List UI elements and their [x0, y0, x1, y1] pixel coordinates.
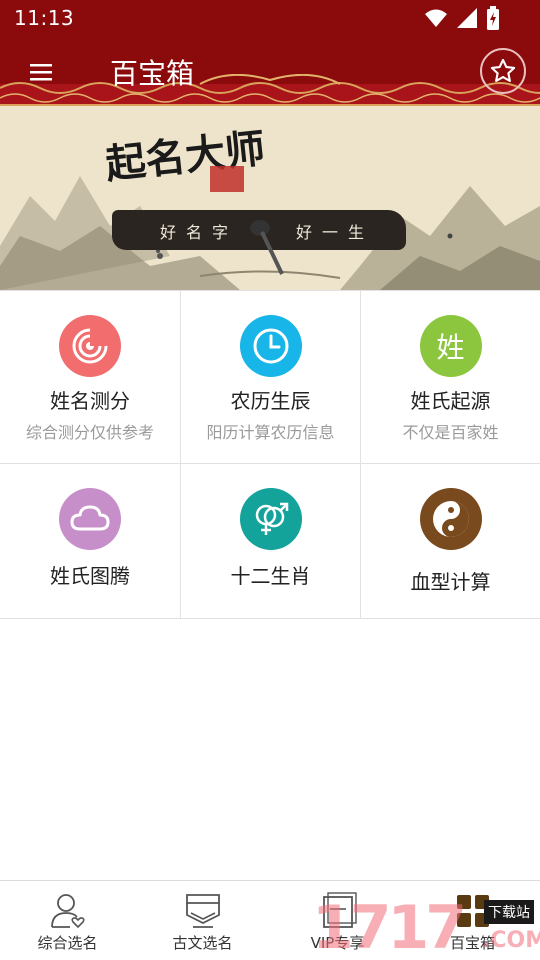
clock-icon [253, 328, 288, 364]
status-time: 11:13 [14, 6, 75, 30]
tool-surname-origin[interactable]: 姓 姓氏起源 不仅是百家姓 [361, 291, 540, 464]
surname-char-icon: 姓 [436, 331, 465, 364]
nav-item-comprehensive[interactable]: 综合选名 [0, 881, 135, 960]
yin-yang-icon [432, 501, 469, 537]
tool-label: 姓名测分 [50, 389, 130, 413]
page-title: 百宝箱 [110, 57, 195, 90]
tool-label: 血型计算 [410, 570, 491, 594]
status-bar: 11:13 [0, 0, 540, 36]
nav-item-classical[interactable]: 古文选名 [135, 881, 270, 960]
user-heart-icon [50, 894, 85, 929]
seal-stamp [210, 166, 244, 192]
star-icon [490, 58, 516, 82]
scroll-icon [185, 894, 220, 928]
toolbox-grid-icon [456, 895, 489, 927]
tool-blood-type[interactable]: 血型计算 [361, 464, 540, 619]
signal-icon [456, 7, 478, 33]
cloud-icon [70, 505, 110, 531]
menu-button[interactable] [24, 56, 60, 88]
hamburger-menu-icon [30, 64, 52, 81]
app-bar: 百宝箱 [0, 36, 540, 106]
bottom-navigation: 综合选名 古文选名 VIP专享 百宝箱 [0, 880, 540, 960]
gender-symbols-icon [255, 502, 288, 535]
banner-slogan-left: 好名字 [160, 223, 239, 242]
nav-item-toolbox[interactable]: 百宝箱 [405, 881, 540, 960]
battery-charging-icon [486, 6, 500, 34]
tool-subtitle: 阳历计算农历信息 [206, 423, 335, 442]
tool-label: 十二生肖 [230, 564, 311, 588]
nav-label: 古文选名 [172, 934, 233, 952]
tool-lunar-birth[interactable]: 农历生辰 阳历计算农历信息 [181, 291, 361, 464]
cloud-pattern-decoration [0, 74, 540, 106]
tool-icon-bg [59, 315, 121, 377]
vip-book-icon [322, 892, 357, 928]
tool-label: 农历生辰 [230, 389, 311, 413]
tool-subtitle: 综合测分仅供参考 [25, 423, 154, 442]
tool-label: 姓氏图腾 [50, 564, 130, 588]
tool-icon-bg [59, 488, 121, 550]
tool-icon-bg [239, 315, 302, 377]
wifi-icon [424, 7, 448, 33]
tool-icon-bg: 姓 [419, 315, 482, 377]
brush-pen-icon [250, 220, 284, 275]
nav-label: 综合选名 [37, 934, 98, 952]
nav-label: VIP专享 [310, 934, 365, 952]
tool-label: 姓氏起源 [410, 389, 491, 413]
tools-grid: 姓名测分 综合测分仅供参考 农历生辰 阳历计算农历信息 姓 姓氏起源 不仅是百家… [0, 290, 540, 619]
tool-zodiac[interactable]: 十二生肖 [181, 464, 361, 619]
tool-surname-totem[interactable]: 姓氏图腾 [0, 464, 181, 619]
banner-slogan-right: 好一生 [296, 223, 375, 242]
app-screen: 11:13 百宝箱 起名大师 好名字 好一生 姓名测分 综合测分仅供参考 农历生… [0, 0, 540, 960]
nav-label: 百宝箱 [449, 934, 495, 952]
tool-name-score[interactable]: 姓名测分 综合测分仅供参考 [0, 291, 181, 464]
nav-item-vip[interactable]: VIP专享 [270, 881, 405, 960]
favorite-button[interactable] [480, 48, 526, 94]
target-icon [72, 326, 110, 364]
promo-banner[interactable]: 起名大师 好名字 好一生 [0, 106, 540, 290]
tool-icon-bg [419, 488, 482, 550]
system-icons [424, 6, 500, 34]
tool-icon-bg [239, 488, 302, 550]
tool-subtitle: 不仅是百家姓 [402, 423, 499, 442]
